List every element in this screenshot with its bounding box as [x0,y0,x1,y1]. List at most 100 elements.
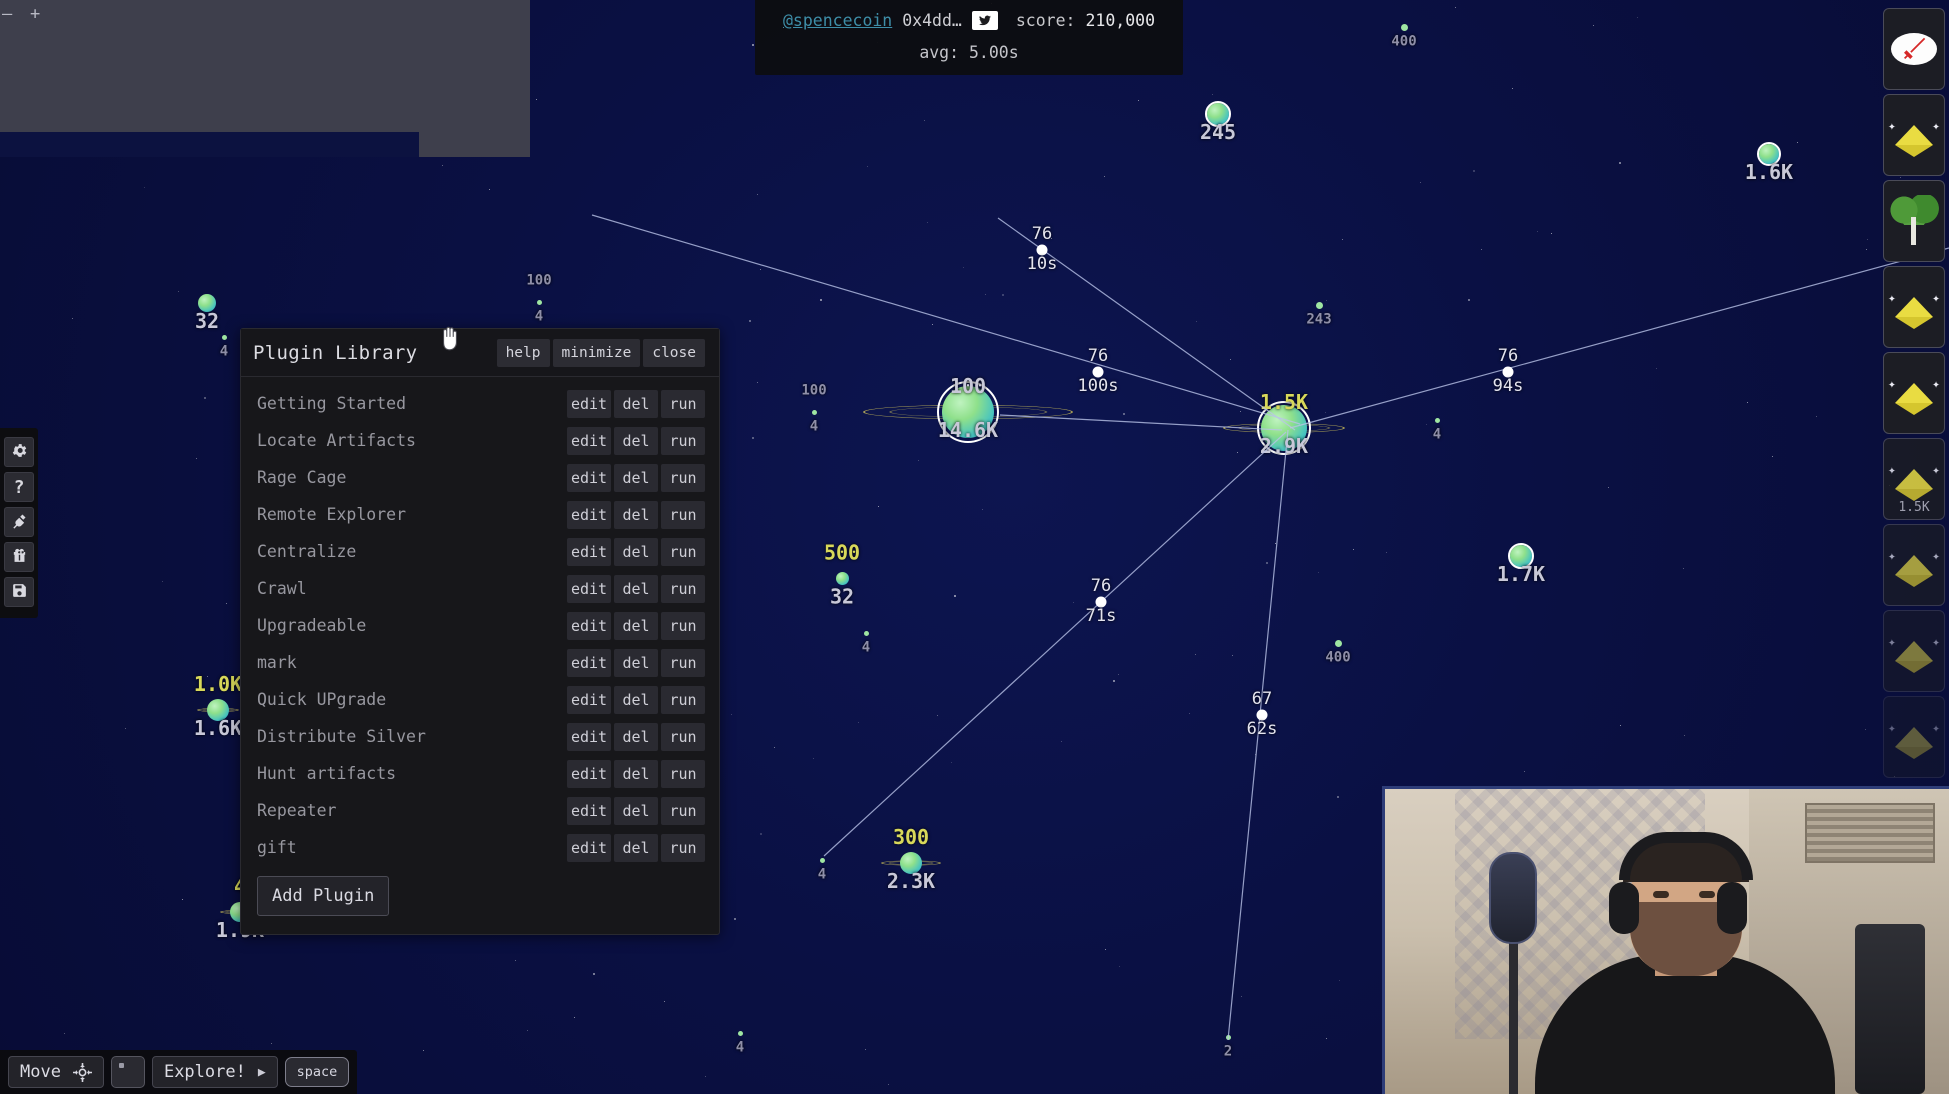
plugins-button[interactable] [4,507,34,537]
plugin-edit-button[interactable]: edit [567,611,611,640]
artifact-card[interactable] [1883,180,1945,262]
plugin-edit-button[interactable]: edit [567,796,611,825]
plugin-delete-button[interactable]: del [614,463,658,492]
planet[interactable]: 100 4 [526,272,551,324]
planet-silver-label: 4 [1432,426,1442,442]
plugin-edit-button[interactable]: edit [567,463,611,492]
plugin-help-button[interactable]: help [496,338,550,367]
overlay-minus-icon[interactable]: – [2,4,12,24]
artifact-card[interactable]: ✦ ✦ [1883,610,1945,692]
plugin-run-button[interactable]: run [661,389,705,418]
plugin-run-button[interactable]: run [661,685,705,714]
planet[interactable]: 500 32 [824,540,860,608]
planet[interactable]: 245 [1200,101,1236,144]
help-button[interactable]: ? [4,472,34,502]
artifact-card[interactable]: ✦ ✦ [1883,266,1945,348]
save-button[interactable] [4,577,34,607]
plugin-run-button[interactable]: run [661,759,705,788]
explore-button[interactable]: Explore! ▶ [151,1056,278,1088]
plugin-run-button[interactable]: run [661,426,705,455]
planet[interactable]: 1.5K 2.9K [1223,390,1345,458]
plugin-delete-button[interactable]: del [614,833,658,862]
plugin-delete-button[interactable]: del [614,574,658,603]
move-button[interactable]: Move [8,1056,104,1088]
plugin-run-button[interactable]: run [661,574,705,603]
plugin-delete-button[interactable]: del [614,648,658,677]
plugin-delete-button[interactable]: del [614,611,658,640]
artifact-card[interactable]: ✦ ✦ [1883,524,1945,606]
plugin-delete-button[interactable]: del [614,426,658,455]
plugin-edit-button[interactable]: edit [567,426,611,455]
settings-button[interactable] [4,437,34,467]
plugin-edit-button[interactable]: edit [567,759,611,788]
plugin-library-footer: Add Plugin [241,866,719,934]
key-icon[interactable] [110,1056,145,1088]
plugin-delete-button[interactable]: del [614,537,658,566]
star [756,193,758,195]
plugin-run-button[interactable]: run [661,722,705,751]
plugin-run-button[interactable]: run [661,833,705,862]
planet[interactable]: 4 [220,334,228,359]
planet[interactable]: 4 [862,630,870,655]
plugin-run-button[interactable]: run [661,500,705,529]
artifact-card[interactable]: ✦ ✦ [1883,352,1945,434]
star [864,1048,866,1050]
planet[interactable]: 1.7K [1497,543,1545,586]
planet[interactable]: 300 2.3K [881,825,941,893]
star [1468,298,1471,301]
plugin-delete-button[interactable]: del [614,685,658,714]
plugin-run-button[interactable]: run [661,611,705,640]
planet[interactable]: 32 [195,294,219,333]
planet[interactable]: 1.0K 1.6K [194,672,242,740]
plugin-edit-button[interactable]: edit [567,722,611,751]
artifact-rail: ✦ ✦ ✦ ✦ ✦ ✦ ✦ ✦ 1.5K ✦ ✦ ✦ ✦ ✦ ✦ [1879,0,1949,786]
plugin-delete-button[interactable]: del [614,722,658,751]
artifact-card[interactable]: ✦ ✦ 1.5K [1883,438,1945,520]
plugin-run-button[interactable]: run [661,796,705,825]
plugin-delete-button[interactable]: del [614,796,658,825]
plugin-edit-button[interactable]: edit [567,833,611,862]
plugin-library-titlebar[interactable]: Plugin Library help minimize close [241,329,719,377]
gift-button[interactable] [4,542,34,572]
artifact-card[interactable]: ✦ ✦ [1883,696,1945,778]
twitter-icon[interactable] [971,11,998,30]
planet-silver-label: 243 [1306,311,1332,327]
planet[interactable]: 1.6K [1745,142,1793,184]
star [1536,231,1538,233]
planet[interactable]: 400 [1325,639,1351,665]
plugin-minimize-button[interactable]: minimize [552,338,641,367]
planet[interactable]: 243 [1306,301,1332,327]
plugin-edit-button[interactable]: edit [567,389,611,418]
space-key-button[interactable]: space [284,1057,350,1087]
artifact-card[interactable] [1883,8,1945,90]
planet[interactable]: 100 14.6K [863,374,1073,443]
star [1240,996,1242,998]
plugin-name: Getting Started [257,394,407,413]
plugin-run-button[interactable]: run [661,648,705,677]
overlay-plus-icon[interactable]: + [30,4,40,24]
plugin-edit-button[interactable]: edit [567,685,611,714]
plugin-row-actions: edit del run [567,537,705,566]
plugin-edit-button[interactable]: edit [567,500,611,529]
planet[interactable]: 2 [1224,1034,1232,1059]
planet[interactable]: 400 [1391,23,1417,49]
star [857,721,859,723]
planet[interactable]: 4 [818,857,826,882]
planet-silver-label: 4 [534,308,544,324]
plugin-delete-button[interactable]: del [614,389,658,418]
score-header: @spencecoin 0x4dd… score: 210,000 avg: 5… [755,0,1183,75]
plugin-close-button[interactable]: close [643,338,705,367]
plugin-run-button[interactable]: run [661,463,705,492]
plugin-delete-button[interactable]: del [614,759,658,788]
planet[interactable]: 4 [1433,417,1441,442]
planet[interactable]: 100 4 [801,382,826,434]
artifact-card[interactable]: ✦ ✦ [1883,94,1945,176]
plugin-delete-button[interactable]: del [614,500,658,529]
plugin-edit-button[interactable]: edit [567,537,611,566]
plugin-edit-button[interactable]: edit [567,574,611,603]
player-handle[interactable]: @spencecoin [783,11,892,30]
planet[interactable]: 4 [736,1030,744,1055]
add-plugin-button[interactable]: Add Plugin [257,876,390,916]
plugin-run-button[interactable]: run [661,537,705,566]
plugin-edit-button[interactable]: edit [567,648,611,677]
